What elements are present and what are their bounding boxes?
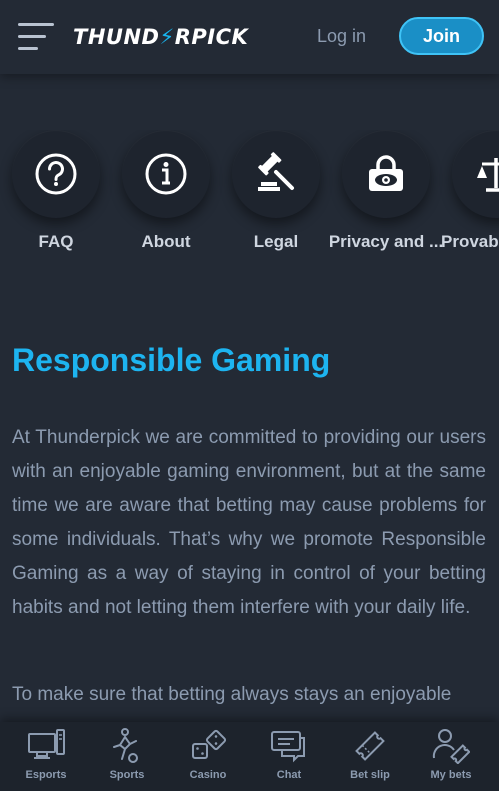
- quick-link-label: Provab: [441, 232, 499, 251]
- nav-label: Casino: [189, 769, 227, 781]
- nav-chat[interactable]: Chat: [248, 722, 330, 791]
- nav-label: My bets: [430, 769, 472, 781]
- nav-esports[interactable]: Esports: [5, 722, 87, 791]
- esports-icon: [28, 729, 65, 759]
- top-header: THUND⚡RPICK Log in Join: [0, 0, 499, 74]
- nav-label: Bet slip: [350, 769, 390, 781]
- logo-bolt-icon: ⚡: [159, 25, 175, 49]
- quick-link-label: Privacy and ...: [328, 232, 444, 251]
- logo-text-right: RPICK: [174, 25, 249, 49]
- casino-dice-icon: [192, 729, 227, 759]
- scale-icon: [477, 158, 499, 192]
- about-circle: [122, 130, 210, 218]
- privacy-lock-icon: [369, 155, 403, 191]
- chat-icon: [271, 731, 305, 763]
- nav-sports[interactable]: Sports: [86, 722, 168, 791]
- bet-slip-icon: [355, 731, 385, 761]
- question-icon: [35, 153, 77, 195]
- provably-fair-circle: [452, 130, 499, 218]
- sports-icon: [113, 728, 138, 763]
- menu-icon[interactable]: [18, 22, 56, 52]
- privacy-circle: [342, 130, 430, 218]
- nav-label: Esports: [25, 769, 67, 781]
- bottom-navigation: Esports Sports Casino Chat Bet slip My b…: [0, 722, 499, 791]
- info-icon: [145, 153, 187, 195]
- logo[interactable]: THUND⚡RPICK: [73, 22, 248, 52]
- login-button[interactable]: Log in: [317, 24, 366, 48]
- second-paragraph: To make sure that betting always stays a…: [12, 684, 452, 705]
- nav-my-bets[interactable]: My bets: [410, 722, 492, 791]
- intro-paragraph: At Thunderpick we are committed to provi…: [12, 427, 486, 618]
- page-title: Responsible Gaming: [12, 342, 331, 378]
- faq-circle: [12, 130, 100, 218]
- logo-text-left: THUND: [73, 25, 160, 49]
- nav-casino[interactable]: Casino: [167, 722, 249, 791]
- help-quick-links: FAQ About Legal Privacy and ... Provab: [0, 130, 499, 270]
- legal-circle: [232, 130, 320, 218]
- gavel-icon: [258, 152, 294, 191]
- nav-label: Sports: [109, 769, 145, 781]
- my-bets-icon: [432, 729, 470, 764]
- nav-label: Chat: [276, 769, 302, 781]
- nav-bet-slip[interactable]: Bet slip: [329, 722, 411, 791]
- join-button[interactable]: Join: [399, 17, 484, 55]
